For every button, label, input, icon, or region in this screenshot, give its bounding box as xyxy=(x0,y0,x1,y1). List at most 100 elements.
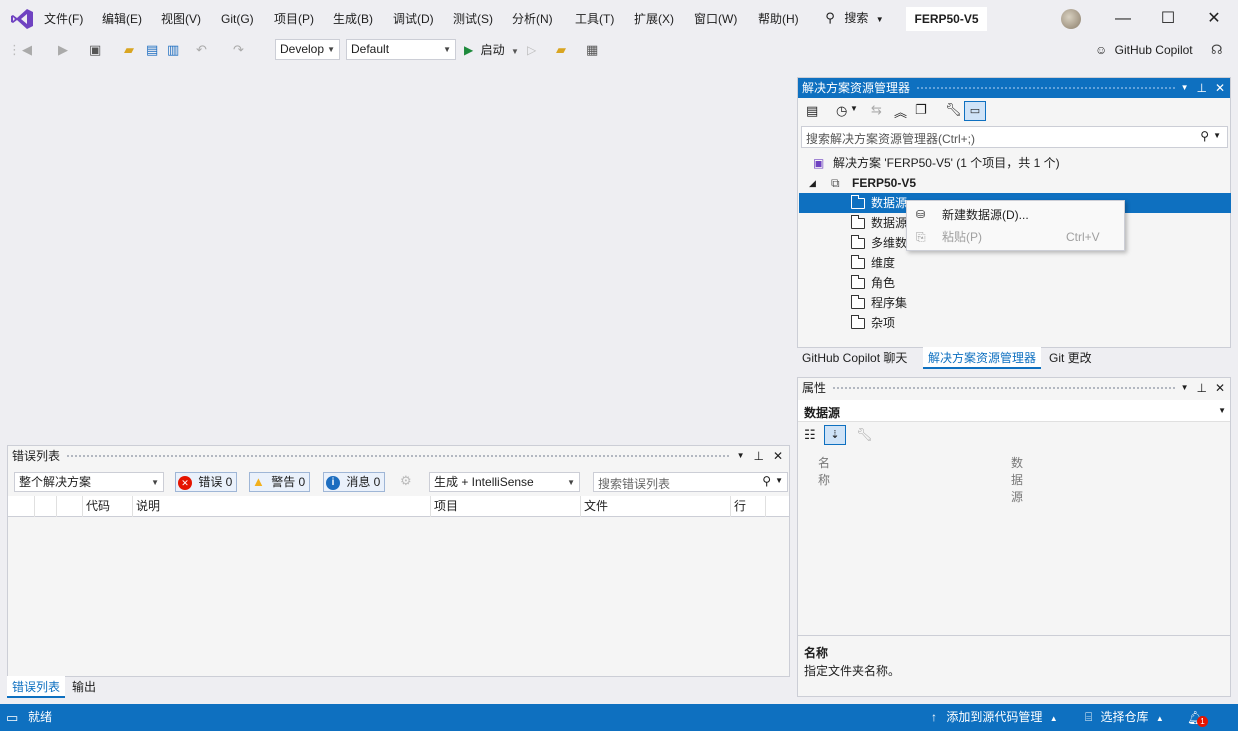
show-all-files-icon[interactable]: ❐ xyxy=(915,102,927,118)
add-source-label: 添加到源代码管理 xyxy=(946,710,1043,724)
menu-tools[interactable]: 工具(T) xyxy=(575,11,614,27)
add-to-source-control-button[interactable]: ↑ 添加到源代码管理 ▲ xyxy=(931,704,1058,731)
sync-icon[interactable]: ⇆ xyxy=(871,102,882,118)
column-suppression[interactable] xyxy=(57,496,83,517)
project-name-badge[interactable]: FERP50-V5 xyxy=(906,7,987,31)
avatar[interactable] xyxy=(1061,9,1081,29)
status-text: 就绪 xyxy=(28,710,53,724)
pin-icon[interactable]: ⊥ xyxy=(1196,78,1206,98)
close-icon[interactable]: ✕ xyxy=(1215,78,1225,98)
redo-icon[interactable]: ↷ xyxy=(233,38,244,62)
close-icon[interactable]: ✕ xyxy=(1215,378,1225,398)
warnings-filter-button[interactable]: ▲ 警告 0 xyxy=(249,472,311,492)
alphabetical-icon[interactable]: ⇣ xyxy=(824,425,846,445)
column-code[interactable]: 代码 xyxy=(83,496,133,517)
column-project[interactable]: 项目 xyxy=(431,496,581,517)
collapse-all-icon[interactable]: ︽ xyxy=(894,102,907,121)
visual-studio-logo-icon[interactable] xyxy=(10,8,34,30)
platform-select[interactable]: Default ▼ xyxy=(346,39,456,60)
solution-search-input[interactable]: 搜索解决方案资源管理器(Ctrl+;) ⚲ ▼ xyxy=(801,126,1228,148)
properties-wrench-icon[interactable]: 🔧︎ xyxy=(945,102,962,118)
navigate-back-icon[interactable]: ◀ xyxy=(22,38,32,62)
column-line[interactable]: 行 xyxy=(731,496,766,517)
undo-icon[interactable]: ↶ xyxy=(196,38,207,62)
maximize-button[interactable]: ☐ xyxy=(1157,8,1179,30)
navigate-forward-icon[interactable]: ▶ xyxy=(58,38,68,62)
copilot-button[interactable]: ☺ GitHub Copilot xyxy=(1095,38,1193,62)
folder-label: 杂项 xyxy=(871,316,896,330)
notifications-button[interactable]: 🔔︎ 1 xyxy=(1187,704,1211,731)
close-icon[interactable]: ✕ xyxy=(773,446,783,466)
tree-project-node[interactable]: ◢ ⧉ FERP50-V5 xyxy=(799,173,1231,193)
menu-analyze[interactable]: 分析(N) xyxy=(512,11,553,27)
pin-icon[interactable]: ⊥ xyxy=(1196,378,1206,398)
expand-triangle-icon[interactable]: ◢ xyxy=(809,173,816,193)
tree-folder-role[interactable]: 角色 xyxy=(799,273,1231,293)
tab-git-changes[interactable]: Git 更改 xyxy=(1044,347,1097,369)
menu-test[interactable]: 测试(S) xyxy=(453,11,493,27)
start-without-debug-icon[interactable]: ▷ xyxy=(527,38,536,62)
start-label: 启动 xyxy=(480,43,505,57)
history-icon[interactable]: ◷ xyxy=(836,103,847,119)
column-description[interactable]: 说明 xyxy=(133,496,431,517)
save-all-icon[interactable]: ▥ xyxy=(167,38,179,62)
menu-window[interactable]: 窗口(W) xyxy=(694,11,737,27)
preview-selected-icon[interactable]: ▭ xyxy=(964,101,986,121)
properties-object-select[interactable]: 数据源 ▼ xyxy=(798,400,1230,422)
feedback-icon[interactable]: ☊ xyxy=(1211,38,1223,62)
menu-item-new-datasource[interactable]: ⛁ 新建数据源(D)... xyxy=(907,204,1124,226)
tab-copilot-chat[interactable]: GitHub Copilot 聊天 xyxy=(797,347,912,369)
column-select[interactable] xyxy=(8,496,35,517)
tab-output[interactable]: 输出 xyxy=(67,676,101,698)
chevron-down-icon: ▼ xyxy=(151,478,159,487)
menu-view[interactable]: 视图(V) xyxy=(161,11,201,27)
menu-project[interactable]: 项目(P) xyxy=(274,11,314,27)
error-scope-select[interactable]: 整个解决方案 ▼ xyxy=(14,472,164,492)
panel-dropdown-icon[interactable]: ▼ xyxy=(1181,78,1189,98)
tree-solution-node[interactable]: ▣ 解决方案 'FERP50-V5' (1 个项目，共 1 个) xyxy=(799,153,1231,173)
select-repository-button[interactable]: ⌸ 选择仓库 ▲ xyxy=(1085,704,1164,731)
menu-help[interactable]: 帮助(H) xyxy=(758,11,799,27)
tab-solution-explorer[interactable]: 解决方案资源管理器 xyxy=(923,347,1042,369)
property-pages-wrench-icon[interactable]: 🔧︎ xyxy=(856,427,873,443)
switch-view-icon[interactable]: ▤ xyxy=(806,103,818,119)
window-layout-icon[interactable]: ▦ xyxy=(586,38,598,62)
menu-item-label: 粘贴(P) xyxy=(942,230,982,244)
menu-file[interactable]: 文件(F) xyxy=(44,11,83,27)
panel-dropdown-icon[interactable]: ▼ xyxy=(737,446,745,466)
column-severity[interactable] xyxy=(35,496,57,517)
chevron-up-icon: ▲ xyxy=(1049,714,1058,723)
chevron-down-icon[interactable]: ▼ xyxy=(850,104,858,113)
open-folder-icon[interactable]: ▰ xyxy=(124,38,134,62)
find-in-files-icon[interactable]: ▰ xyxy=(556,38,566,62)
menu-edit[interactable]: 编辑(E) xyxy=(102,11,142,27)
menu-build[interactable]: 生成(B) xyxy=(333,11,373,27)
menu-extensions[interactable]: 扩展(X) xyxy=(634,11,674,27)
chevron-down-icon: ▼ xyxy=(775,476,783,485)
messages-filter-button[interactable]: i 消息 0 xyxy=(323,472,386,492)
error-source-select[interactable]: 生成 + IntelliSense ▼ xyxy=(429,472,580,492)
minimize-button[interactable]: — xyxy=(1112,8,1134,30)
panel-dropdown-icon[interactable]: ▼ xyxy=(1181,378,1189,398)
tree-folder-dimension[interactable]: 维度 xyxy=(799,253,1231,273)
new-project-icon[interactable]: ▣ xyxy=(89,38,101,62)
menu-item-paste[interactable]: ⎘ 粘贴(P) Ctrl+V xyxy=(907,226,1124,248)
error-scope-value: 整个解决方案 xyxy=(19,475,92,489)
menu-debug[interactable]: 调试(D) xyxy=(393,11,434,27)
chevron-up-icon: ▲ xyxy=(1155,714,1164,723)
categorized-icon[interactable]: ☷ xyxy=(804,427,816,443)
error-search-input[interactable]: 搜索错误列表 ⚲ ▼ xyxy=(593,472,788,492)
pin-icon[interactable]: ⊥ xyxy=(753,446,763,466)
filter-icon[interactable]: ⚙ xyxy=(400,473,412,489)
config-select[interactable]: Develop ▼ xyxy=(275,39,340,60)
column-file[interactable]: 文件 xyxy=(581,496,731,517)
close-button[interactable]: ✕ xyxy=(1203,8,1225,30)
tree-folder-misc[interactable]: 杂项 xyxy=(799,313,1231,333)
tab-error-list[interactable]: 错误列表 xyxy=(7,676,66,698)
save-icon[interactable]: ▤ xyxy=(146,38,158,62)
errors-filter-button[interactable]: ✕ 错误 0 xyxy=(175,472,238,492)
menu-git[interactable]: Git(G) xyxy=(221,11,254,27)
start-button[interactable]: ▶ 启动 ▼ xyxy=(464,38,519,62)
tree-folder-assembly[interactable]: 程序集 xyxy=(799,293,1231,313)
global-search[interactable]: ⚲ 搜索 ▼ xyxy=(823,6,893,30)
